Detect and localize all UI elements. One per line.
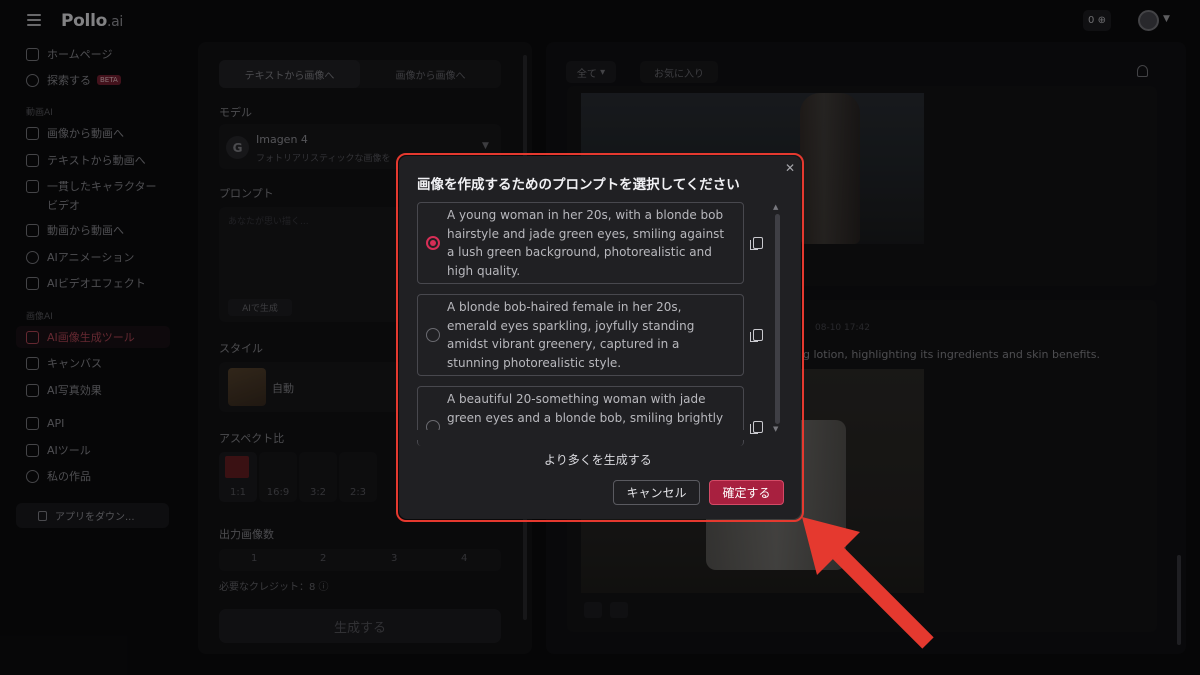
scroll-down-icon[interactable]: ▼ bbox=[773, 425, 778, 433]
radio-selected[interactable] bbox=[426, 236, 440, 250]
prompt-option-text: A young woman in her 20s, with a blonde … bbox=[447, 208, 725, 278]
copy-icon[interactable] bbox=[750, 237, 763, 250]
dialog-title: 画像を作成するためのプロンプトを選択してください bbox=[417, 177, 740, 193]
cancel-button[interactable]: キャンセル bbox=[613, 480, 700, 505]
generate-more-link[interactable]: より多くを生成する bbox=[544, 451, 652, 468]
radio-unselected[interactable] bbox=[426, 328, 440, 342]
prompt-list-scrollbar[interactable] bbox=[775, 214, 780, 424]
prompt-option-text: A blonde bob-haired female in her 20s, e… bbox=[447, 300, 695, 370]
copy-icon[interactable] bbox=[750, 421, 763, 434]
confirm-button[interactable]: 確定する bbox=[709, 480, 784, 505]
copy-icon[interactable] bbox=[750, 329, 763, 342]
list-clip-edge bbox=[417, 430, 745, 440]
annotation-arrow-icon bbox=[802, 517, 934, 649]
close-icon[interactable]: ✕ bbox=[785, 161, 795, 175]
prompt-option-text: A beautiful 20-something woman with jade… bbox=[447, 392, 724, 434]
scroll-up-icon[interactable]: ▲ bbox=[773, 203, 778, 211]
